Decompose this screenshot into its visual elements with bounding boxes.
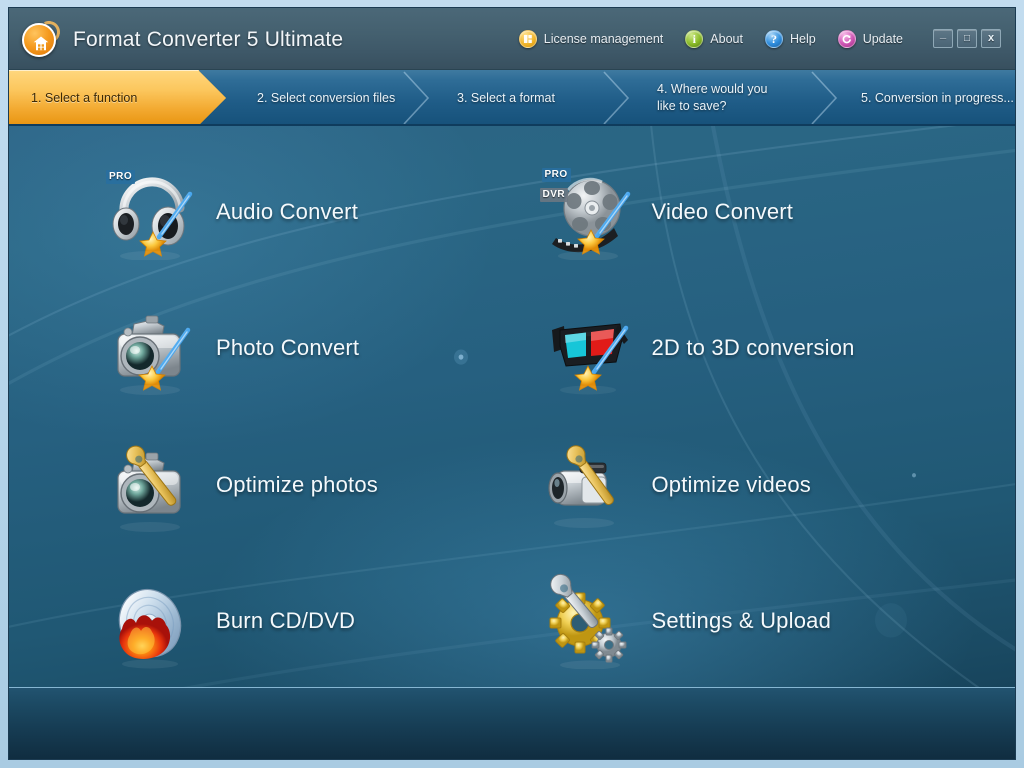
step-1-arrowhead: [198, 70, 226, 124]
function-optimize-videos[interactable]: Optimize videos: [540, 417, 976, 553]
camera-wrench-icon: [104, 435, 200, 535]
camera-wand-icon: [104, 298, 200, 398]
3d-glasses-wand-icon: [540, 298, 636, 398]
function-photo-convert[interactable]: Photo Convert: [104, 280, 540, 416]
function-label: Settings & Upload: [651, 607, 832, 633]
license-management-button[interactable]: License management: [518, 30, 664, 48]
function-label: Burn CD/DVD: [216, 607, 356, 633]
house-glyph-icon: [33, 36, 49, 51]
maximize-glyph: □: [963, 32, 971, 44]
home-badge-icon: [22, 23, 56, 57]
headphones-wand-icon: PRO: [104, 162, 200, 262]
disc-flame-icon: [104, 571, 200, 671]
function-video-convert[interactable]: PRO DVR Video Convert: [539, 144, 976, 280]
step-3-label: 3. Select a format: [457, 90, 555, 105]
close-icon[interactable]: x: [981, 29, 1001, 48]
function-label: 2D to 3D conversion: [651, 335, 855, 361]
question-circle-icon: ?: [764, 30, 783, 48]
info-circle-icon: i: [685, 30, 704, 48]
function-grid: PRO Audio Convert PRO DVR Video Convert …: [9, 126, 1015, 759]
function-label: Video Convert: [651, 199, 794, 225]
function-label: Optimize photos: [216, 471, 378, 497]
step-2-label: 2. Select conversion files: [257, 90, 396, 105]
function-optimize-photos[interactable]: Optimize photos: [104, 417, 540, 553]
step-5-conversion-in-progress[interactable]: 5. Conversion in progress...: [831, 70, 1015, 124]
step-3-select-a-format[interactable]: 3. Select a format: [427, 70, 607, 124]
step-1-select-a-function[interactable]: 1. Select a function: [9, 70, 226, 124]
license-key-icon: [518, 30, 537, 48]
app-logo: [22, 18, 63, 59]
function-settings-and-upload[interactable]: Settings & Upload: [540, 553, 976, 689]
function-label: Optimize videos: [651, 471, 812, 497]
step-navigation: 1. Select a function 2. Select conversio…: [9, 70, 1015, 126]
badge-pro: PRO: [541, 168, 571, 183]
camcorder-wrench-icon: [540, 435, 636, 535]
title-bar-menu: License management i About ? Help Update: [518, 8, 903, 70]
window-inner-frame: Format Converter 5 Ultimate License mana…: [8, 7, 1016, 760]
help-label: Help: [789, 32, 816, 46]
title-bar: Format Converter 5 Ultimate License mana…: [9, 8, 1015, 70]
minimize-glyph: _: [939, 28, 947, 40]
function-2d-to-3d-conversion[interactable]: 2D to 3D conversion: [540, 280, 976, 416]
application-window: Format Converter 5 Ultimate License mana…: [0, 0, 1024, 768]
info-glyph: i: [692, 32, 696, 46]
step-1-label: 1. Select a function: [31, 90, 138, 105]
step-4-where-to-save[interactable]: 4. Where would you like to save?: [627, 70, 817, 124]
function-label: Audio Convert: [216, 199, 359, 225]
step-5-label: 5. Conversion in progress...: [861, 90, 1014, 105]
about-button[interactable]: i About: [685, 30, 743, 48]
maximize-icon[interactable]: □: [957, 29, 977, 48]
refresh-circle-icon: [837, 30, 856, 48]
update-button[interactable]: Update: [837, 30, 903, 48]
step-2-select-conversion-files[interactable]: 2. Select conversion files: [227, 70, 417, 124]
help-button[interactable]: ? Help: [764, 30, 816, 48]
footer-bar: [9, 687, 1015, 759]
function-label: Photo Convert: [216, 335, 360, 361]
update-label: Update: [862, 32, 903, 46]
close-glyph: x: [987, 32, 995, 44]
badge-pro: PRO: [106, 170, 136, 185]
about-label: About: [710, 32, 743, 46]
function-audio-convert[interactable]: PRO Audio Convert: [104, 144, 540, 280]
main-content: PRO Audio Convert PRO DVR Video Convert …: [9, 126, 1015, 759]
page-title: Format Converter 5 Ultimate: [73, 28, 344, 51]
step-4-label: 4. Where would you like to save?: [657, 82, 768, 113]
minimize-icon[interactable]: _: [933, 29, 953, 48]
film-reel-wand-icon: PRO DVR: [539, 162, 636, 262]
window-controls: _ □ x: [933, 29, 1001, 48]
license-management-label: License management: [543, 32, 664, 46]
function-burn-cd-dvd[interactable]: Burn CD/DVD: [104, 553, 540, 689]
question-glyph: ?: [770, 32, 777, 46]
badge-dvr: DVR: [539, 188, 569, 203]
gears-wrench-icon: [540, 571, 636, 671]
